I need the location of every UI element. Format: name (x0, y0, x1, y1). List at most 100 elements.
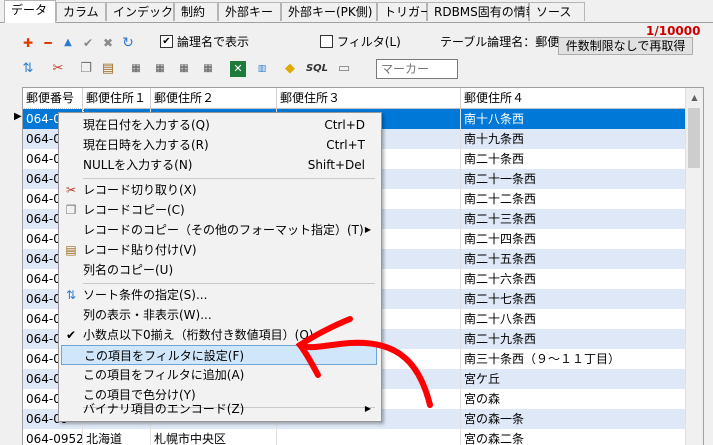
menu-separator (83, 178, 375, 179)
table-cell[interactable]: 南二十六条西 (461, 269, 686, 289)
table-cell[interactable] (277, 429, 461, 445)
marker-input[interactable] (376, 59, 458, 79)
refresh-icon[interactable]: ↻ (120, 35, 136, 51)
table-cell[interactable]: 宮の森 (461, 389, 686, 409)
menu-item-copy-column-names[interactable]: 列名のコピー(U) (61, 260, 377, 280)
menu-item-insert-datetime[interactable]: 現在日時を入力する(R) Ctrl+T (61, 135, 377, 155)
tab-data[interactable]: データ (4, 0, 56, 23)
scroll-up-icon[interactable]: ▲ (686, 90, 703, 106)
menu-item-label: この項目をフィルタに設定(F) (84, 349, 245, 363)
cancel-icon[interactable]: ✖ (100, 35, 116, 51)
menu-item-cut-record[interactable]: ✂ レコード切り取り(X) (61, 180, 377, 200)
table-row[interactable]: 064-0952 北海道 札幌市中央区 宮の森二条 (23, 429, 703, 445)
tab-foreign-keys-pk[interactable]: 外部キー(PK側) (281, 2, 377, 21)
tab-foreign-keys[interactable]: 外部キー (218, 2, 281, 21)
table-cell[interactable]: 南二十五条西 (461, 249, 686, 269)
table-cell[interactable]: 南二十一条西 (461, 169, 686, 189)
copy-icon: ❐ (65, 203, 77, 217)
export-csv-icon[interactable]: ▦ (152, 61, 168, 77)
table-cell[interactable]: 北海道 (83, 429, 151, 445)
move-up-icon[interactable]: ▲ (60, 35, 76, 51)
column-header-address-2[interactable]: 郵便住所２ (151, 88, 277, 108)
tab-constraints[interactable]: 制約 (174, 2, 218, 21)
tab-columns[interactable]: カラム (56, 2, 106, 21)
menu-item-label: 列名のコピー(U) (83, 263, 174, 277)
menu-item-insert-date[interactable]: 現在日付を入力する(Q) Ctrl+D (61, 115, 377, 135)
table-cell[interactable]: 南二十八条西 (461, 309, 686, 329)
current-row-indicator-icon: ▶ (14, 111, 22, 122)
table-cell[interactable]: 宮の森一条 (461, 409, 686, 429)
annotation-arrow-icon (295, 316, 433, 408)
add-record-icon[interactable]: ✚ (20, 35, 36, 51)
menu-item-label: レコードのコピー（その他のフォーマット指定）(T) (83, 223, 364, 237)
table-cell[interactable]: 札幌市中央区 (151, 429, 277, 445)
menu-item-shortcut: Shift+Del (307, 158, 365, 172)
logical-name-checkbox[interactable]: ✔ 論理名で表示 (160, 33, 249, 50)
table-cell[interactable]: 南二十条西 (461, 149, 686, 169)
menu-item-label: 列の表示・非表示(W)... (83, 308, 212, 322)
menu-item-paste-record[interactable]: ▤ レコード貼り付け(V) (61, 240, 377, 260)
menu-item-label: ソート条件の指定(S)... (83, 288, 208, 302)
menu-item-copy-record-format[interactable]: レコードのコピー（その他のフォーマット指定）(T) ▶ (61, 220, 377, 240)
table-cell[interactable]: 南十九条西 (461, 129, 686, 149)
menu-item-label: NULLを入力する(N) (83, 158, 193, 172)
column-header-postal-code[interactable]: 郵便番号 (23, 88, 83, 108)
table-cell[interactable]: 南二十七条西 (461, 289, 686, 309)
logical-name-checkbox-label: 論理名で表示 (177, 35, 250, 49)
filter-checkbox[interactable]: フィルタ(L) (320, 33, 401, 50)
cut-icon: ✂ (65, 183, 77, 197)
table-cell[interactable]: 宮の森二条 (461, 429, 686, 445)
logical-name-checkbox-box[interactable]: ✔ (160, 35, 173, 48)
export-tab-icon[interactable]: ▦ (128, 61, 144, 77)
sql-icon[interactable]: SQL (306, 61, 328, 77)
table-logical-name: テーブル論理名：郵便番号データ (440, 35, 560, 49)
table-cell[interactable]: 南二十三条西 (461, 209, 686, 229)
html-export-icon[interactable]: ▥ (254, 61, 270, 77)
table-cell[interactable]: 南二十四条西 (461, 229, 686, 249)
table-cell[interactable]: 南二十九条西 (461, 329, 686, 349)
tab-bar: データ カラム インデックス 制約 外部キー 外部キー(PK側) トリガー RD… (0, 0, 713, 23)
table-cell[interactable]: 南三十条西（９～１１丁目） (461, 349, 686, 369)
menu-item-shortcut: Ctrl+D (324, 118, 365, 132)
tab-rdbms-info[interactable]: RDBMS固有の情報 (427, 2, 538, 21)
marker-icon[interactable]: ◆ (282, 61, 298, 77)
menu-item-label: 現在日時を入力する(R) (83, 138, 209, 152)
tab-indexes[interactable]: インデックス (106, 2, 185, 21)
paste-icon[interactable]: ▤ (100, 61, 116, 77)
toolbar-row-2: ⇅ ✂ ❐ ▤ ▦ ▦ ▦ ▦ ✕ ▥ ◆ SQL ▭ (0, 56, 713, 86)
tab-source[interactable]: ソース (529, 2, 585, 21)
check-icon: ✔ (65, 328, 77, 342)
refetch-unlimited-button[interactable]: 件数制限なしで再取得 (558, 37, 693, 55)
table-cell[interactable]: 南十八条西 (461, 109, 686, 129)
menu-item-sort-conditions[interactable]: ⇅ ソート条件の指定(S)... (61, 285, 377, 305)
sort-icon: ⇅ (65, 288, 77, 302)
copy-icon[interactable]: ❐ (78, 61, 94, 77)
tab-triggers[interactable]: トリガー (377, 2, 432, 21)
delete-record-icon[interactable]: ━ (40, 35, 56, 51)
submenu-arrow-icon: ▶ (364, 225, 371, 234)
table-cell[interactable]: 064-0952 (23, 429, 83, 445)
filter-checkbox-box[interactable] (320, 35, 333, 48)
export-xml-icon[interactable]: ▦ (200, 61, 216, 77)
commit-icon[interactable]: ✔ (80, 35, 96, 51)
scroll-thumb[interactable] (688, 108, 700, 168)
column-header-address-4[interactable]: 郵便住所４ (461, 88, 686, 108)
menu-item-label: 小数点以下0揃え（桁数付き数値項目）(O) (83, 328, 314, 342)
comment-icon[interactable]: ▭ (336, 61, 352, 77)
menu-item-label: 現在日付を入力する(Q) (83, 118, 210, 132)
menu-item-insert-null[interactable]: NULLを入力する(N) Shift+Del (61, 155, 377, 175)
vertical-scrollbar[interactable]: ▲ (685, 88, 703, 445)
menu-separator (83, 283, 375, 284)
column-header-address-1[interactable]: 郵便住所１ (83, 88, 151, 108)
menu-item-label: バイナリ項目のエンコード(Z) (83, 402, 245, 416)
menu-item-copy-record[interactable]: ❐ レコードコピー(C) (61, 200, 377, 220)
cut-icon[interactable]: ✂ (50, 61, 66, 77)
row-header-gutter: ▶ (0, 87, 22, 444)
export-tsv-icon[interactable]: ▦ (176, 61, 192, 77)
table-cell[interactable]: 宮ケ丘 (461, 369, 686, 389)
excel-icon[interactable]: ✕ (230, 61, 246, 77)
sort-icon[interactable]: ⇅ (20, 61, 36, 77)
table-cell[interactable]: 南二十二条西 (461, 189, 686, 209)
menu-item-label: レコードコピー(C) (83, 203, 185, 217)
column-header-address-3[interactable]: 郵便住所３ (277, 88, 461, 108)
